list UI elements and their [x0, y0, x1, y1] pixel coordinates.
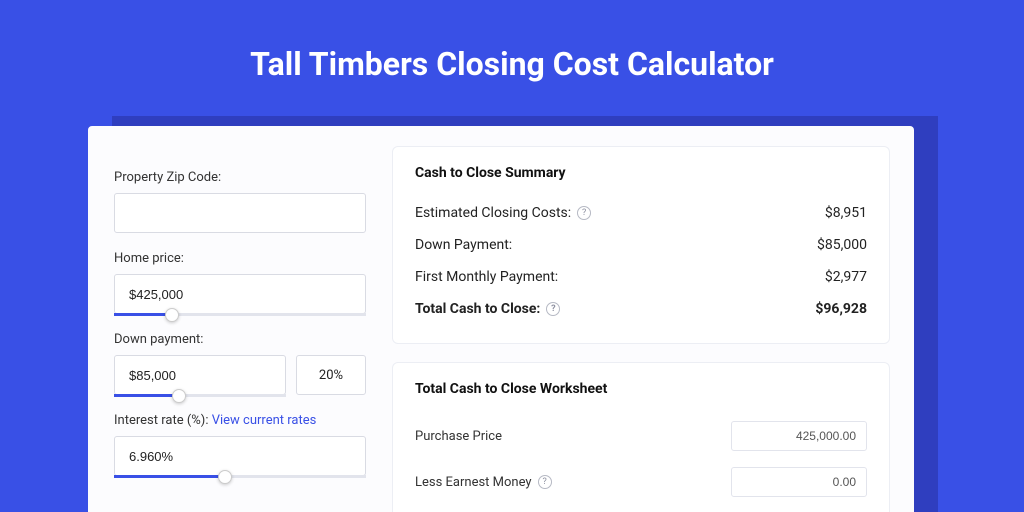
worksheet-title: Total Cash to Close Worksheet [415, 381, 867, 397]
summary-row-label: Estimated Closing Costs: [415, 205, 571, 221]
down-payment-field: Down payment: 20% [114, 332, 366, 395]
worksheet-card: Total Cash to Close Worksheet Purchase P… [392, 362, 890, 512]
worksheet-row-input[interactable] [731, 467, 867, 497]
down-payment-label: Down payment: [114, 332, 366, 347]
summary-row-label: First Monthly Payment: [415, 269, 558, 285]
total-value: $96,928 [815, 301, 867, 317]
zip-input[interactable] [114, 193, 366, 233]
summary-card: Cash to Close Summary Estimated Closing … [392, 146, 890, 344]
summary-row-value: $2,977 [825, 269, 867, 285]
summary-row: Estimated Closing Costs:? $8,951 [415, 197, 867, 229]
help-icon[interactable]: ? [577, 206, 591, 220]
summary-row-value: $8,951 [825, 205, 867, 221]
slider-thumb[interactable] [172, 389, 186, 403]
slider-fill [114, 475, 225, 478]
home-price-field: Home price: [114, 251, 366, 314]
inputs-column: Property Zip Code: Home price: Down paym… [88, 126, 392, 512]
home-price-input[interactable] [114, 274, 366, 314]
summary-row: First Monthly Payment: $2,977 [415, 261, 867, 293]
worksheet-row-label: Less Earnest Money [415, 475, 532, 490]
zip-label: Property Zip Code: [114, 170, 366, 185]
summary-title: Cash to Close Summary [415, 165, 867, 181]
interest-rate-field: Interest rate (%): View current rates [114, 413, 366, 476]
help-icon[interactable]: ? [538, 475, 552, 489]
results-column: Cash to Close Summary Estimated Closing … [392, 126, 914, 512]
down-payment-input[interactable] [114, 355, 286, 395]
worksheet-row: Purchase Price [415, 413, 867, 459]
interest-rate-label: Interest rate (%): View current rates [114, 413, 366, 428]
summary-row-value: $85,000 [817, 237, 867, 253]
home-price-label: Home price: [114, 251, 366, 266]
summary-row: Down Payment: $85,000 [415, 229, 867, 261]
interest-rate-input[interactable] [114, 436, 366, 476]
home-price-slider[interactable] [114, 274, 366, 314]
worksheet-row: Less Earnest Money? [415, 459, 867, 505]
zip-field: Property Zip Code: [114, 170, 366, 233]
summary-row-label: Down Payment: [415, 237, 512, 253]
interest-rate-slider[interactable] [114, 436, 366, 476]
down-payment-slider[interactable] [114, 355, 286, 395]
total-label: Total Cash to Close: [415, 301, 540, 317]
down-payment-percent[interactable]: 20% [296, 355, 366, 395]
total-row: Total Cash to Close: ? $96,928 [415, 293, 867, 325]
help-icon[interactable]: ? [546, 302, 560, 316]
slider-thumb[interactable] [218, 470, 232, 484]
page-title: Tall Timbers Closing Cost Calculator [0, 45, 1024, 83]
calculator-panel: Property Zip Code: Home price: Down paym… [88, 126, 914, 512]
slider-fill [114, 394, 179, 397]
worksheet-row: Total Mortgage Loan Amount [415, 505, 867, 512]
slider-fill [114, 313, 172, 316]
interest-label-text: Interest rate (%): [114, 413, 212, 428]
slider-thumb[interactable] [165, 308, 179, 322]
view-rates-link[interactable]: View current rates [212, 413, 317, 428]
worksheet-row-label: Purchase Price [415, 429, 502, 444]
worksheet-row-input[interactable] [731, 421, 867, 451]
